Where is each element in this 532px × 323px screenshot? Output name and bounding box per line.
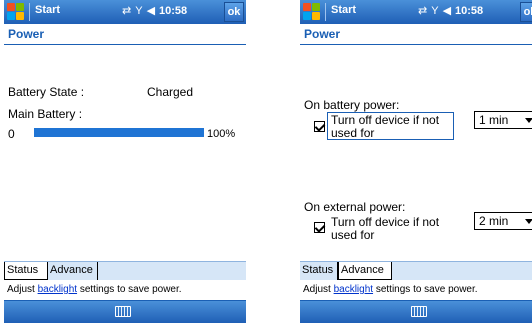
external-checkbox-label-line1: Turn off device if not — [331, 215, 440, 229]
signal-icon[interactable]: Y — [135, 5, 142, 17]
ok-button[interactable]: ok — [224, 2, 244, 22]
help-text-before: Adjust — [7, 284, 38, 295]
title-separator — [29, 3, 30, 21]
page-header: Power — [300, 24, 532, 44]
ok-button[interactable]: ok — [520, 2, 532, 22]
tab-status[interactable]: Status — [300, 262, 338, 280]
status-icons: ⇄ Y ◀ 10:58 — [418, 4, 483, 17]
battery-level-bar — [34, 128, 204, 137]
help-bar: Adjust backlight settings to save power. — [300, 280, 532, 300]
speaker-icon[interactable]: ◀ — [147, 4, 155, 17]
external-checkbox-label-line2: used for — [331, 228, 375, 242]
help-text-before: Adjust — [303, 284, 334, 295]
header-divider — [4, 44, 246, 45]
keyboard-icon[interactable] — [115, 306, 131, 317]
page-header: Power — [4, 24, 246, 44]
backlight-link[interactable]: backlight — [334, 284, 373, 295]
start-title[interactable]: Start — [35, 4, 60, 16]
help-text: Adjust backlight settings to save power. — [303, 284, 478, 295]
tab-status[interactable]: Status — [4, 262, 48, 280]
status-icons: ⇄ Y ◀ 10:58 — [122, 4, 187, 17]
help-text-after: settings to save power. — [373, 284, 478, 295]
tab-bar: Status Advance — [4, 261, 246, 280]
help-text: Adjust backlight settings to save power. — [7, 284, 182, 295]
battery-checkbox-label-line2: used for — [331, 126, 375, 140]
windows-logo-icon[interactable] — [7, 3, 25, 21]
chevron-down-icon — [525, 118, 532, 123]
battery-timeout-select[interactable]: 1 min — [474, 111, 532, 129]
windows-logo-icon[interactable] — [303, 3, 321, 21]
battery-percent-label: 100% — [207, 128, 236, 140]
title-bar: Start ⇄ Y ◀ 10:58 ok — [300, 0, 532, 24]
battery-timeout-checkbox[interactable] — [314, 121, 325, 132]
softkey-bar — [300, 301, 532, 323]
battery-state-label: Battery State : — [8, 85, 85, 99]
power-advance-screen: Start ⇄ Y ◀ 10:58 ok Power On battery power… — [300, 0, 532, 323]
help-text-after: settings to save power. — [77, 284, 182, 295]
external-timeout-value: 2 min — [479, 214, 509, 228]
battery-state-value: Charged — [147, 85, 194, 99]
main-battery-label: Main Battery : — [8, 107, 83, 121]
softkey-bar — [4, 301, 246, 323]
backlight-link[interactable]: backlight — [38, 284, 77, 295]
start-title[interactable]: Start — [331, 4, 356, 16]
connectivity-icon[interactable]: ⇄ — [418, 4, 427, 17]
battery-min-label: 0 — [8, 127, 15, 141]
title-bar: Start ⇄ Y ◀ 10:58 ok — [4, 0, 246, 24]
tab-advance[interactable]: Advance — [48, 262, 98, 280]
title-separator — [325, 3, 326, 21]
clock[interactable]: 10:58 — [159, 5, 187, 17]
chevron-down-icon — [525, 219, 532, 224]
help-bar: Adjust backlight settings to save power. — [4, 280, 246, 300]
tab-bar: Status Advance — [300, 261, 532, 280]
header-divider — [300, 44, 532, 45]
external-timeout-checkbox[interactable] — [314, 222, 325, 233]
external-timeout-select[interactable]: 2 min — [474, 212, 532, 230]
battery-level-fill — [34, 128, 204, 137]
keyboard-icon[interactable] — [411, 306, 427, 317]
clock[interactable]: 10:58 — [455, 5, 483, 17]
signal-icon[interactable]: Y — [431, 5, 438, 17]
power-status-screen: Start ⇄ Y ◀ 10:58 ok Power Battery State : … — [4, 0, 246, 323]
battery-power-heading: On battery power: — [304, 98, 400, 112]
page-title: Power — [304, 27, 341, 41]
battery-timeout-value: 1 min — [479, 113, 509, 127]
speaker-icon[interactable]: ◀ — [443, 4, 451, 17]
page-title: Power — [8, 27, 45, 41]
connectivity-icon[interactable]: ⇄ — [122, 4, 131, 17]
battery-checkbox-label-line1: Turn off device if not — [331, 113, 440, 127]
external-power-heading: On external power: — [304, 200, 406, 214]
tab-advance[interactable]: Advance — [338, 262, 392, 280]
